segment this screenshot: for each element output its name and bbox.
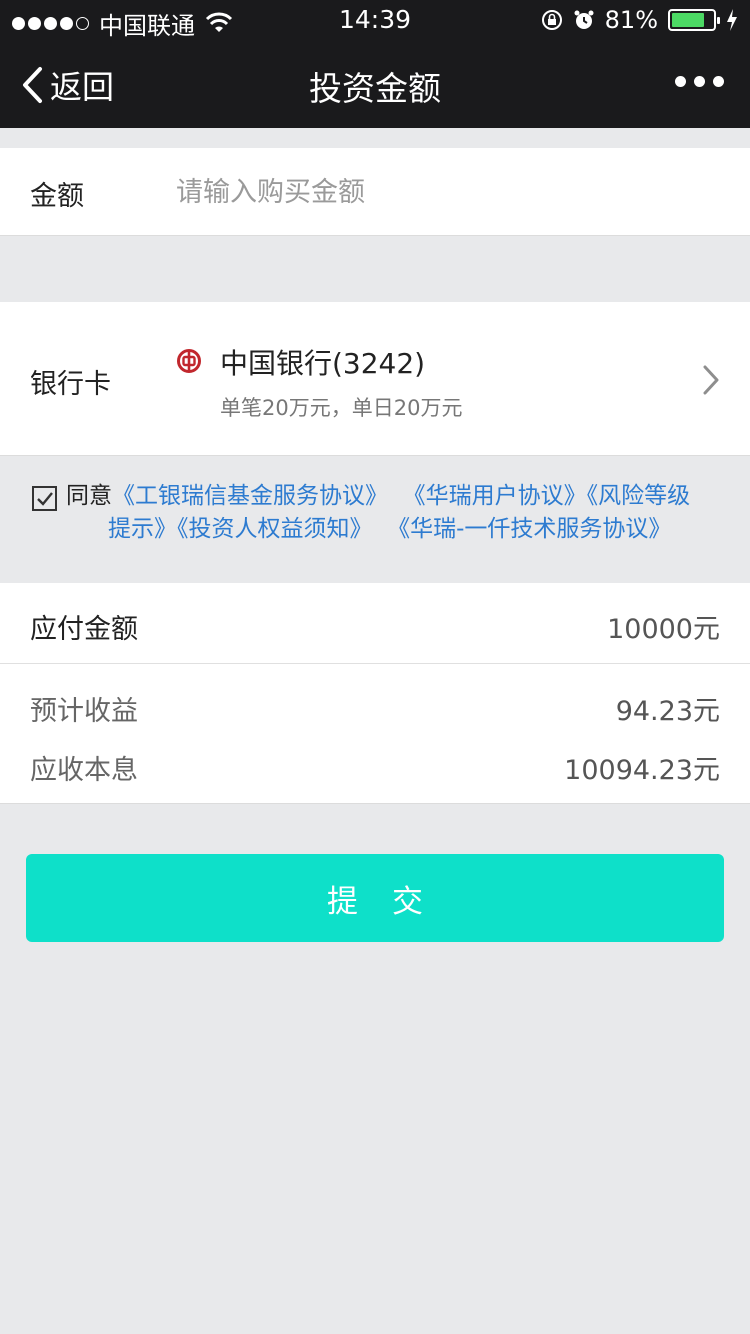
amount-input[interactable] bbox=[176, 172, 716, 212]
link-tech-service-agreement[interactable]: 《华瑞-一仟技术服务协议》 bbox=[387, 516, 671, 542]
agreement-checkbox[interactable] bbox=[32, 486, 57, 511]
link-risk-level-notice-cont[interactable]: 提示》 bbox=[108, 516, 177, 542]
agreement-line-1: 同意《工银瑞信基金服务协议》 《华瑞用户协议》《风险等级 bbox=[66, 480, 736, 513]
bank-name: 中国银行(3242) bbox=[220, 347, 426, 380]
principal-interest-label: 应收本息 bbox=[30, 755, 138, 786]
status-right: 81% bbox=[541, 6, 738, 34]
bank-card-label: 银行卡 bbox=[30, 369, 111, 400]
principal-interest-value: 10094.23元 bbox=[564, 755, 720, 786]
expected-return-value: 94.23元 bbox=[615, 696, 720, 727]
payment-summary: 应付金额 10000元 预计收益 94.23元 应收本息 10094.23元 bbox=[0, 583, 750, 804]
due-amount-label: 应付金额 bbox=[30, 614, 138, 645]
link-investor-rights[interactable]: 《投资人权益须知》 bbox=[177, 516, 373, 542]
bank-card-selector[interactable]: 银行卡 中国银行(3242) 单笔20万元，单日20万元 bbox=[0, 302, 750, 456]
divider bbox=[0, 663, 750, 664]
orientation-lock-icon bbox=[541, 10, 562, 30]
more-dot-icon bbox=[675, 76, 686, 87]
agree-prefix: 同意 bbox=[66, 483, 112, 509]
alarm-icon bbox=[574, 10, 594, 29]
amount-row: 金额 bbox=[0, 148, 750, 236]
chevron-right-icon bbox=[703, 365, 719, 395]
battery-fill bbox=[672, 13, 705, 27]
bank-of-china-logo-icon bbox=[177, 349, 201, 373]
battery-icon bbox=[668, 9, 720, 31]
bank-limit: 单笔20万元，单日20万元 bbox=[220, 396, 463, 420]
battery-percent: 81% bbox=[604, 6, 658, 34]
navigation-bar: 返回 投资金额 bbox=[0, 40, 750, 128]
charging-bolt-icon bbox=[727, 9, 737, 31]
link-huarui-user-agreement[interactable]: 《华瑞用户协议》 bbox=[403, 483, 587, 509]
status-bar: 中国联通 14:39 81% bbox=[0, 0, 750, 40]
amount-label: 金额 bbox=[30, 181, 84, 212]
more-options-button[interactable] bbox=[675, 76, 724, 87]
due-amount-value: 10000元 bbox=[607, 614, 720, 645]
more-dot-icon bbox=[713, 76, 724, 87]
page-title: 投资金额 bbox=[309, 69, 441, 108]
more-dot-icon bbox=[694, 76, 705, 87]
submit-button[interactable]: 提交 bbox=[26, 854, 724, 942]
link-risk-level-notice[interactable]: 《风险等级 bbox=[587, 483, 691, 509]
agreement-line-2: 提示》《投资人权益须知》 《华瑞-一仟技术服务协议》 bbox=[108, 513, 671, 546]
checkmark-icon bbox=[37, 492, 53, 506]
link-icbc-fund-agreement[interactable]: 《工银瑞信基金服务协议》 bbox=[112, 483, 388, 509]
expected-return-label: 预计收益 bbox=[30, 696, 138, 727]
